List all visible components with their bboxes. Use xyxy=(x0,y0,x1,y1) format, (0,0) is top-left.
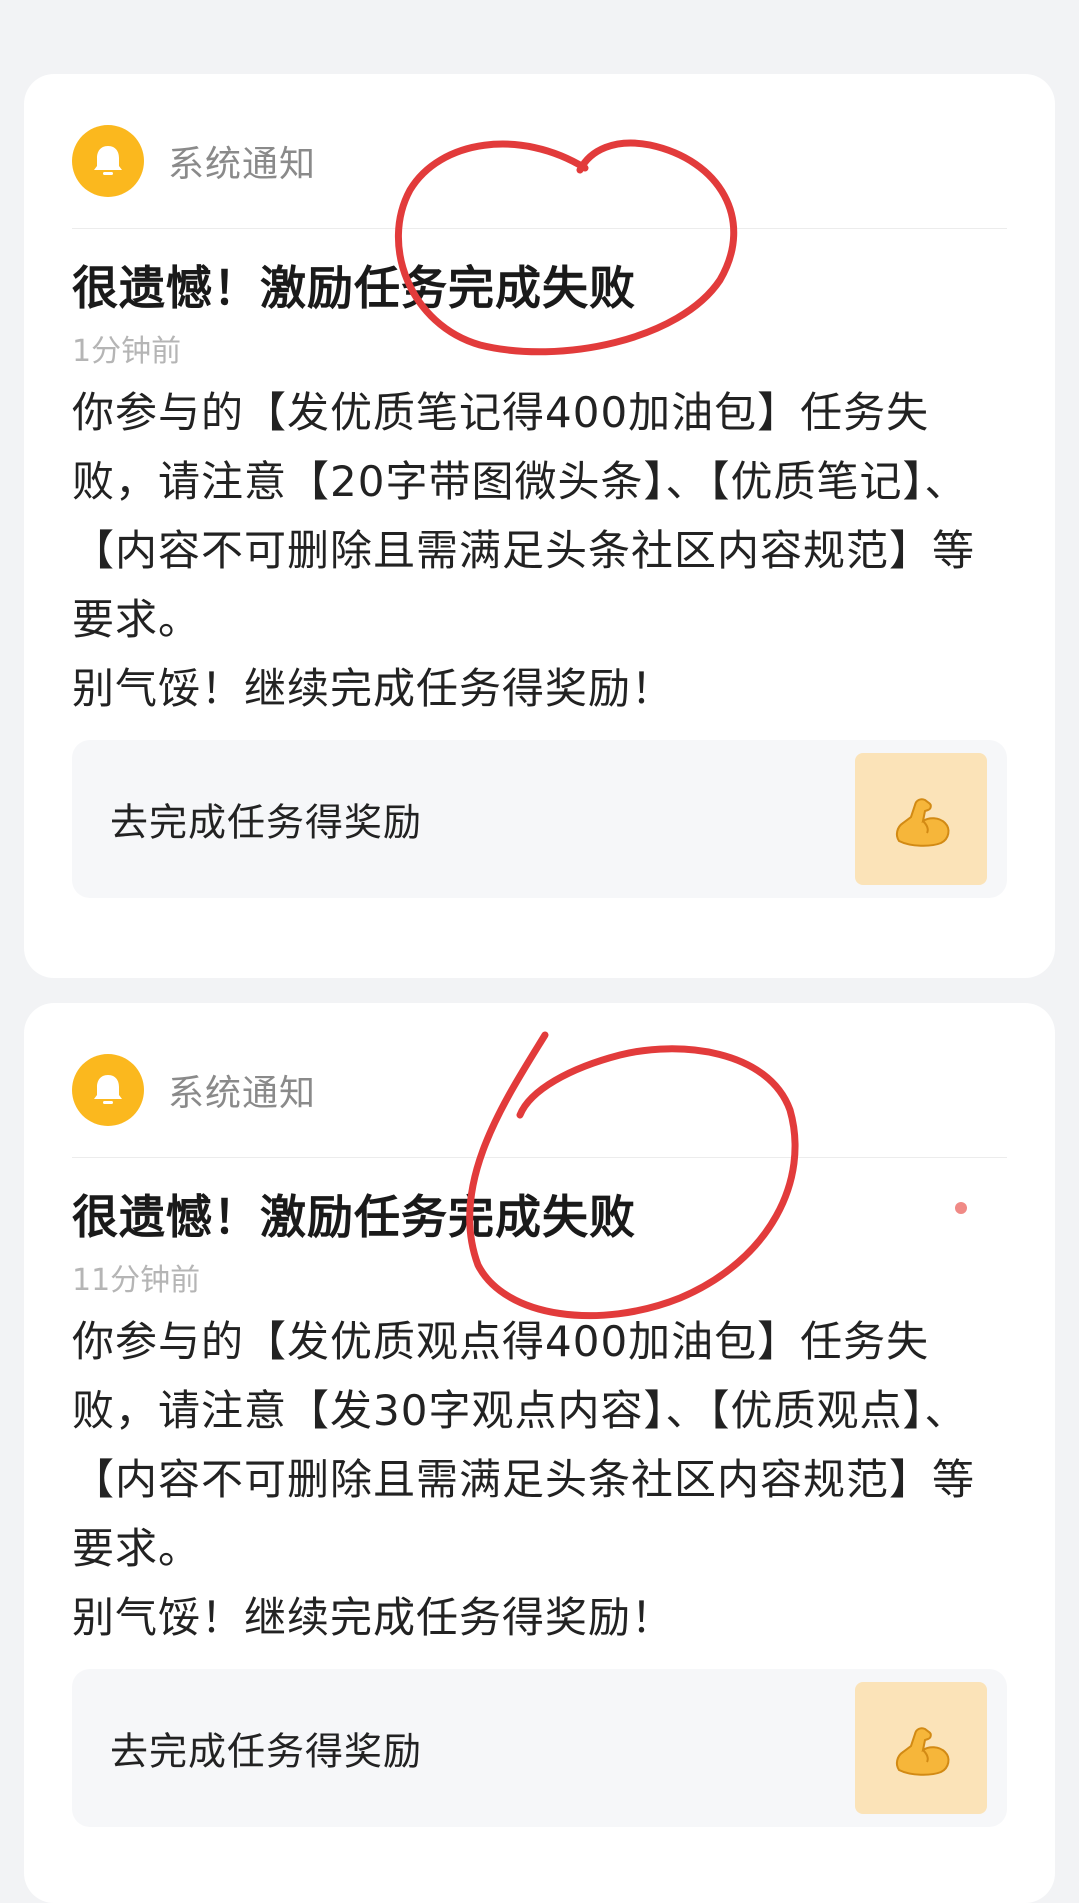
action-label: 去完成任务得奖励 xyxy=(110,800,423,845)
notification-header: 系统通知 xyxy=(72,124,316,198)
notification-body: 你参与的【发优质笔记得400加油包】任务失败，请注意【20字带图微头条】、【优质… xyxy=(72,378,1012,723)
notification-title: 很遗憾！激励任务完成失败 xyxy=(72,261,636,315)
divider xyxy=(72,228,1007,229)
flexed-biceps-icon xyxy=(855,1682,987,1814)
notification-header: 系统通知 xyxy=(72,1053,316,1127)
notification-body: 你参与的【发优质观点得400加油包】任务失败，请注意【发30字观点内容】、【优质… xyxy=(72,1307,1012,1652)
bell-icon xyxy=(72,125,144,197)
notification-title: 很遗憾！激励任务完成失败 xyxy=(72,1190,636,1244)
divider xyxy=(72,1157,1007,1158)
timestamp: 11分钟前 xyxy=(72,1263,201,1298)
unread-dot xyxy=(955,1202,967,1214)
body-paragraph: 你参与的【发优质观点得400加油包】任务失败，请注意【发30字观点内容】、【优质… xyxy=(72,1317,976,1573)
notification-card[interactable]: 系统通知 很遗憾！激励任务完成失败 1分钟前 你参与的【发优质笔记得400加油包… xyxy=(24,74,1055,978)
body-paragraph: 别气馁！继续完成任务得奖励！ xyxy=(72,664,675,713)
notification-card[interactable]: 系统通知 很遗憾！激励任务完成失败 11分钟前 你参与的【发优质观点得400加油… xyxy=(24,1003,1055,1903)
body-paragraph: 你参与的【发优质笔记得400加油包】任务失败，请注意【20字带图微头条】、【优质… xyxy=(72,388,976,644)
sender-name: 系统通知 xyxy=(168,1073,317,1114)
complete-task-action[interactable]: 去完成任务得奖励 xyxy=(72,1669,1007,1827)
action-label: 去完成任务得奖励 xyxy=(110,1729,423,1774)
body-paragraph: 别气馁！继续完成任务得奖励！ xyxy=(72,1593,675,1642)
bell-icon xyxy=(72,1054,144,1126)
timestamp: 1分钟前 xyxy=(72,334,182,369)
sender-name: 系统通知 xyxy=(168,144,317,185)
flexed-biceps-icon xyxy=(855,753,987,885)
complete-task-action[interactable]: 去完成任务得奖励 xyxy=(72,740,1007,898)
